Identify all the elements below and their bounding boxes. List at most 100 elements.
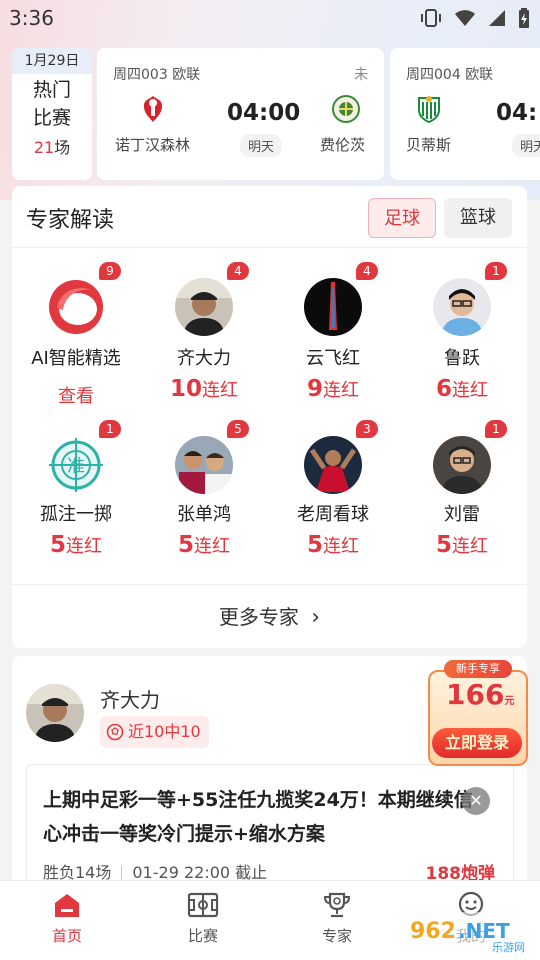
more-experts-link[interactable]: 更多专家 › (12, 584, 527, 648)
hot-title-1: 热门 (32, 79, 71, 101)
more-experts-label: 更多专家 (218, 605, 299, 629)
kickoff-day: 明天 (240, 134, 283, 157)
chevron-right-icon: › (311, 605, 321, 630)
promo-unit: 元 (504, 696, 515, 707)
home-team: 诺丁汉森林 (115, 136, 191, 154)
expert-name: 老周看球 (297, 504, 369, 525)
streak-number: 5 (306, 532, 323, 558)
target-icon: 准 (47, 436, 105, 494)
avatar (175, 436, 233, 494)
battery-icon (519, 8, 529, 28)
expert-name: 孤注一掷 (40, 504, 112, 525)
expert-badge: 3 (356, 420, 378, 438)
tab-label: 比赛 (187, 927, 218, 945)
trophy-icon (323, 892, 351, 918)
match-code: 周四003 (113, 67, 168, 83)
expert-name: 云飞红 (306, 348, 360, 369)
expert-badge: 1 (485, 262, 507, 280)
svg-text:准: 准 (67, 456, 85, 477)
close-icon[interactable]: ✕ (462, 787, 490, 815)
expert-name: 刘雷 (444, 504, 480, 525)
wifi-icon (455, 10, 475, 26)
expert-name: 张单鸿 (177, 504, 231, 525)
author-avatar[interactable] (26, 684, 84, 742)
record-label: 近10中10 (128, 722, 201, 741)
hot-matches-card[interactable]: 1月29日 热门 比赛 21场 (12, 48, 92, 180)
match-card[interactable]: 周四004 欧联 贝蒂斯 04: 明天 (390, 48, 540, 180)
status-bar: 3:36 (0, 0, 540, 36)
streak-label: 连红 (202, 380, 238, 401)
streak-number: 5 (177, 532, 194, 558)
kickoff-time: 04:00 (227, 100, 301, 126)
streak-number: 5 (435, 532, 452, 558)
expert-section: 专家解读 足球 篮球 9 AI智能精选 查看 4 齐大力 10连红 4 云飞红 … (12, 186, 527, 648)
hot-date: 1月29日 (12, 48, 92, 74)
streak-label: 连红 (323, 380, 359, 401)
expert-badge: 5 (227, 420, 249, 438)
away-team: 费伦茨 (320, 136, 366, 154)
streak-label: 连红 (194, 536, 230, 557)
streak-label: 连红 (66, 536, 102, 557)
expert-badge: 1 (485, 420, 507, 438)
tab-matches[interactable]: 比赛 (158, 891, 248, 946)
login-button[interactable]: 立即登录 (432, 728, 522, 758)
section-title: 专家解读 (26, 208, 115, 233)
vibrate-icon (421, 9, 441, 27)
tab-label: 专家 (321, 927, 352, 945)
article-content[interactable]: 上期中足彩一等+55注任九揽奖24万！本期继续信心冲击一等奖冷门提示+缩水方案 … (26, 764, 514, 886)
svg-text:乐游网: 乐游网 (492, 941, 525, 954)
expert-badge: 4 (356, 262, 378, 280)
avatar (304, 436, 362, 494)
hot-count-unit: 场 (54, 138, 71, 157)
kickoff-time: 04: (496, 100, 538, 126)
streak-number: 10 (169, 376, 202, 402)
tab-home[interactable]: 首页 (22, 891, 112, 946)
signal-icon (489, 10, 505, 26)
expert-name: 鲁跃 (444, 348, 480, 369)
record-tag: 近10中10 (100, 716, 209, 748)
kickoff-day: 明天 (512, 134, 540, 157)
hot-title-2: 比赛 (32, 107, 71, 129)
pitch-icon (187, 892, 219, 918)
tab-basketball[interactable]: 篮球 (444, 198, 512, 238)
match-league: 欧联 (465, 67, 494, 83)
nottingham-forest-crest-icon (144, 96, 162, 122)
status-time: 3:36 (9, 6, 54, 30)
avatar (175, 278, 233, 336)
svg-text:.NET: .NET (458, 919, 510, 943)
tab-experts[interactable]: 专家 (292, 891, 382, 946)
promo-label: 新手专享 (444, 660, 512, 678)
streak-label: 连红 (323, 536, 359, 557)
match-code: 周四004 (406, 67, 461, 83)
ai-logo-icon (47, 278, 105, 336)
newcomer-promo[interactable]: 新手专享 166元 立即登录 (428, 660, 530, 766)
match-league: 欧联 (172, 67, 201, 83)
watermark-logo: 962 .NET 乐游网 (400, 912, 535, 954)
streak-number: 5 (49, 532, 66, 558)
avatar (433, 436, 491, 494)
expert-badge: 9 (99, 262, 121, 280)
view-link[interactable]: 查看 (12, 382, 140, 408)
match-state: 未 (354, 67, 368, 83)
avatar (304, 278, 362, 336)
home-icon (55, 894, 79, 917)
svg-text:962: 962 (410, 919, 456, 944)
home-team: 贝蒂斯 (406, 136, 452, 154)
hot-count: 21 (33, 138, 55, 157)
tab-label: 首页 (51, 927, 82, 945)
football-icon (106, 723, 124, 741)
streak-label: 连红 (452, 536, 488, 557)
ferencvaros-crest-icon (332, 95, 360, 123)
streak-label: 连红 (452, 380, 488, 401)
match-card[interactable]: 周四003 欧联 未 诺丁汉森林 04:00 明天 费伦茨 (97, 48, 384, 180)
expert-name: AI智能精选 (31, 348, 121, 369)
expert-name: 齐大力 (177, 348, 231, 369)
expert-badge: 4 (227, 262, 249, 280)
match-strip: 1月29日 热门 比赛 21场 周四003 欧联 未 诺丁汉森林 04:00 明… (12, 48, 540, 180)
author-name[interactable]: 齐大力 (100, 684, 160, 713)
streak-number: 6 (435, 376, 452, 402)
streak-number: 9 (306, 376, 323, 402)
avatar (433, 278, 491, 336)
article-title: 上期中足彩一等+55注任九揽奖24万！本期继续信心冲击一等奖冷门提示+缩水方案 (43, 789, 473, 845)
tab-football[interactable]: 足球 (368, 198, 436, 238)
